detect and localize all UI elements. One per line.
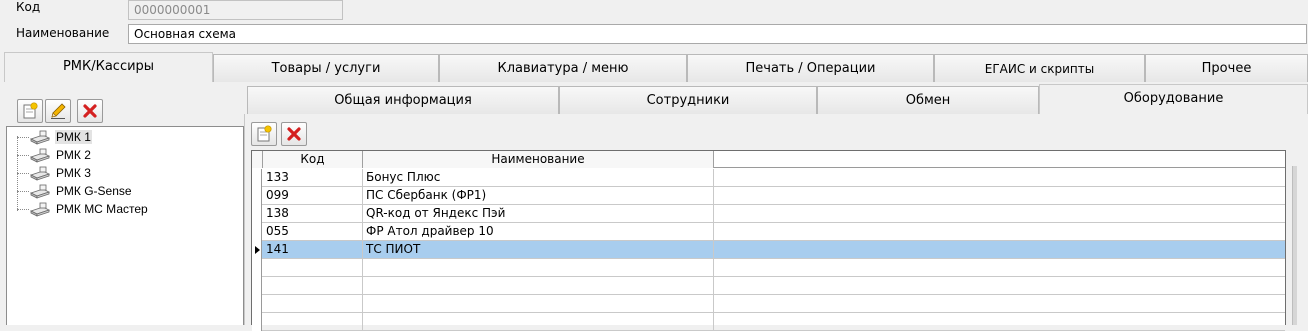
add-icon [23, 102, 38, 119]
column-header-name[interactable]: Наименование [363, 151, 714, 168]
tree-item-rmk-g-sense[interactable]: РМК G-Sense [17, 182, 133, 200]
delete-x-icon [287, 127, 301, 141]
tree-item-rmk-1[interactable]: РМК 1 [17, 128, 92, 146]
cell-code: 141 [263, 241, 363, 259]
column-header-code[interactable]: Код [263, 151, 363, 168]
tree-item-rmk-2[interactable]: РМК 2 [17, 146, 92, 164]
tab-rmk-cashiers[interactable]: РМК/Кассиры [4, 52, 213, 82]
name-label: Наименование [16, 26, 110, 40]
cash-register-icon [29, 184, 51, 199]
cell-code: 055 [263, 223, 363, 241]
row-indicator [252, 241, 262, 259]
tree-item-label: РМК 2 [56, 148, 91, 162]
cell-code: 133 [263, 169, 363, 187]
panel-divider [244, 114, 245, 325]
empty-row [252, 295, 1285, 313]
cell-name: ФР Атол драйвер 10 [363, 223, 714, 241]
cash-register-icon [29, 148, 51, 163]
cash-register-icon [29, 130, 51, 145]
tab-exchange[interactable]: Обмен [817, 86, 1039, 114]
add-icon [257, 125, 272, 142]
tab-egais-scripts[interactable]: ЕГАИС и скрипты [934, 54, 1145, 82]
current-row-arrow-icon [255, 246, 260, 254]
delete-equipment-button[interactable] [281, 122, 307, 146]
table-row[interactable]: 055 ФР Атол драйвер 10 [252, 223, 1285, 241]
cell-name: ТС ПИОТ [363, 241, 714, 259]
tree-item-rmk-ms-master[interactable]: РМК МС Мастер [17, 200, 149, 218]
cell-name: QR-код от Яндекс Пэй [363, 205, 714, 223]
tree-item-label: РМК G-Sense [56, 184, 132, 198]
cell-name: Бонус Плюс [363, 169, 714, 187]
tree-item-label: РМК МС Мастер [56, 202, 148, 216]
equipment-grid[interactable]: Код Наименование 133 Бонус Плюс 099 ПС С… [251, 150, 1286, 331]
edit-pencil-icon [51, 103, 66, 119]
table-row[interactable]: 099 ПС Сбербанк (ФР1) [252, 187, 1285, 205]
tab-keyboard-menu[interactable]: Клавиатура / меню [439, 54, 687, 82]
rmk-tree[interactable]: РМК 1 РМК 2 РМК 3 РМК G-Sense РМК МС Мас… [6, 126, 244, 325]
code-field[interactable]: 0000000001 [128, 0, 343, 20]
grid-header: Код Наименование [252, 151, 1285, 168]
delete-rmk-button[interactable] [77, 99, 103, 123]
tree-item-rmk-3[interactable]: РМК 3 [17, 164, 92, 182]
table-row-selected[interactable]: 141 ТС ПИОТ [252, 241, 1285, 259]
empty-row [252, 313, 1285, 331]
add-equipment-button[interactable] [251, 122, 277, 146]
cash-register-icon [29, 166, 51, 181]
tree-item-label: РМК 3 [56, 166, 91, 180]
add-rmk-button[interactable] [17, 99, 43, 123]
tab-general-info[interactable]: Общая информация [247, 86, 559, 114]
tab-employees[interactable]: Сотрудники [559, 86, 817, 114]
tab-other[interactable]: Прочее [1145, 54, 1308, 82]
empty-row [252, 259, 1285, 277]
empty-row [252, 277, 1285, 295]
cell-code: 099 [263, 187, 363, 205]
table-row[interactable]: 133 Бонус Плюс [252, 169, 1285, 187]
edit-rmk-button[interactable] [45, 99, 71, 123]
delete-x-icon [83, 104, 97, 118]
name-field[interactable]: Основная схема [128, 24, 1307, 44]
tree-item-label: РМК 1 [55, 130, 92, 144]
tab-print-operations[interactable]: Печать / Операции [687, 54, 934, 82]
table-row[interactable]: 138 QR-код от Яндекс Пэй [252, 205, 1285, 223]
tab-equipment[interactable]: Оборудование [1039, 84, 1308, 114]
cell-code: 138 [263, 205, 363, 223]
grid-vertical-scrollbar[interactable] [1292, 166, 1297, 325]
code-label: Код [16, 0, 41, 14]
tab-goods-services[interactable]: Товары / услуги [213, 54, 439, 82]
cell-name: ПС Сбербанк (ФР1) [363, 187, 714, 205]
cash-register-icon [29, 202, 51, 217]
